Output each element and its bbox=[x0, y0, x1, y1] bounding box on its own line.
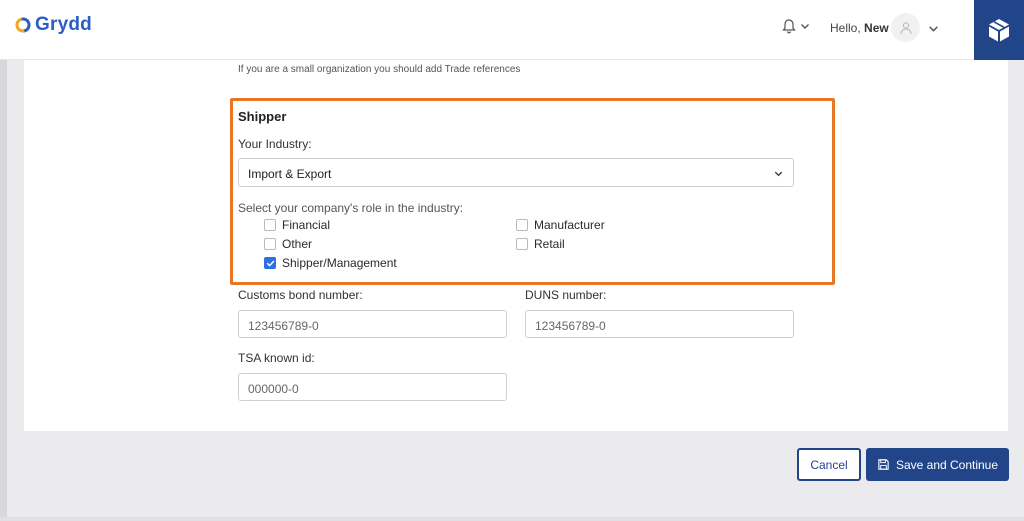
role-shipper-management-checkbox[interactable]: Shipper/Management bbox=[264, 256, 397, 270]
customs-bond-input[interactable]: 123456789-0 bbox=[238, 310, 507, 338]
tsa-known-id-label: TSA known id: bbox=[238, 351, 315, 365]
duns-label: DUNS number: bbox=[525, 288, 607, 302]
role-other-label: Other bbox=[282, 237, 313, 251]
app-launcher-tile[interactable] bbox=[974, 0, 1024, 60]
box-icon bbox=[989, 19, 1009, 42]
tsa-known-id-input[interactable]: 000000-0 bbox=[238, 373, 507, 401]
user-name: New bbox=[864, 21, 889, 35]
industry-label: Your Industry: bbox=[238, 137, 312, 151]
role-other-checkbox[interactable]: Other bbox=[264, 237, 312, 251]
brand-name: Grydd bbox=[35, 14, 92, 35]
checkbox-box[interactable] bbox=[516, 238, 528, 250]
bell-icon bbox=[782, 19, 796, 34]
brand-logo[interactable]: Grydd bbox=[14, 14, 92, 36]
avatar[interactable] bbox=[891, 13, 920, 42]
notifications-button[interactable] bbox=[781, 18, 811, 34]
role-retail-label: Retail bbox=[534, 237, 565, 251]
check-icon bbox=[266, 260, 274, 266]
cancel-button[interactable]: Cancel bbox=[797, 448, 861, 481]
user-icon bbox=[900, 21, 911, 34]
checkbox-box[interactable] bbox=[516, 219, 528, 231]
save-button-label: Save and Continue bbox=[895, 457, 999, 472]
user-greeting: Hello, New bbox=[830, 21, 889, 35]
checkbox-box[interactable] bbox=[264, 238, 276, 250]
role-financial-checkbox[interactable]: Financial bbox=[264, 218, 330, 232]
trade-references-hint: If you are a small organization you shou… bbox=[238, 64, 521, 75]
page-bottom-edge bbox=[0, 517, 1024, 521]
grydd-logo-icon bbox=[15, 17, 31, 33]
tsa-known-id-placeholder: 000000-0 bbox=[248, 382, 299, 396]
chevron-down-icon bbox=[801, 24, 809, 29]
greeting-prefix: Hello, bbox=[830, 21, 861, 35]
industry-select-value: Import & Export bbox=[248, 167, 332, 181]
duns-input[interactable]: 123456789-0 bbox=[525, 310, 794, 338]
industry-select[interactable]: Import & Export bbox=[238, 158, 794, 187]
user-menu-chevron-icon[interactable] bbox=[927, 22, 940, 35]
role-manufacturer-label: Manufacturer bbox=[534, 218, 605, 232]
save-and-continue-button[interactable]: Save and Continue bbox=[866, 448, 1009, 481]
role-financial-label: Financial bbox=[282, 218, 331, 232]
checkbox-box-checked[interactable] bbox=[264, 257, 276, 269]
left-edge bbox=[0, 60, 7, 521]
top-header: Grydd Hello, New bbox=[0, 0, 1024, 60]
duns-placeholder: 123456789-0 bbox=[535, 319, 606, 333]
role-shipper-management-label: Shipper/Management bbox=[282, 256, 397, 270]
role-retail-checkbox[interactable]: Retail bbox=[516, 237, 565, 251]
customs-bond-placeholder: 123456789-0 bbox=[248, 319, 319, 333]
save-icon bbox=[878, 459, 889, 470]
customs-bond-label: Customs bond number: bbox=[238, 288, 363, 302]
checkbox-box[interactable] bbox=[264, 219, 276, 231]
cancel-button-label: Cancel bbox=[810, 457, 848, 472]
role-label: Select your company's role in the indust… bbox=[238, 201, 464, 215]
chevron-down-icon bbox=[774, 171, 783, 177]
section-title: Shipper bbox=[238, 109, 287, 124]
role-manufacturer-checkbox[interactable]: Manufacturer bbox=[516, 218, 605, 232]
